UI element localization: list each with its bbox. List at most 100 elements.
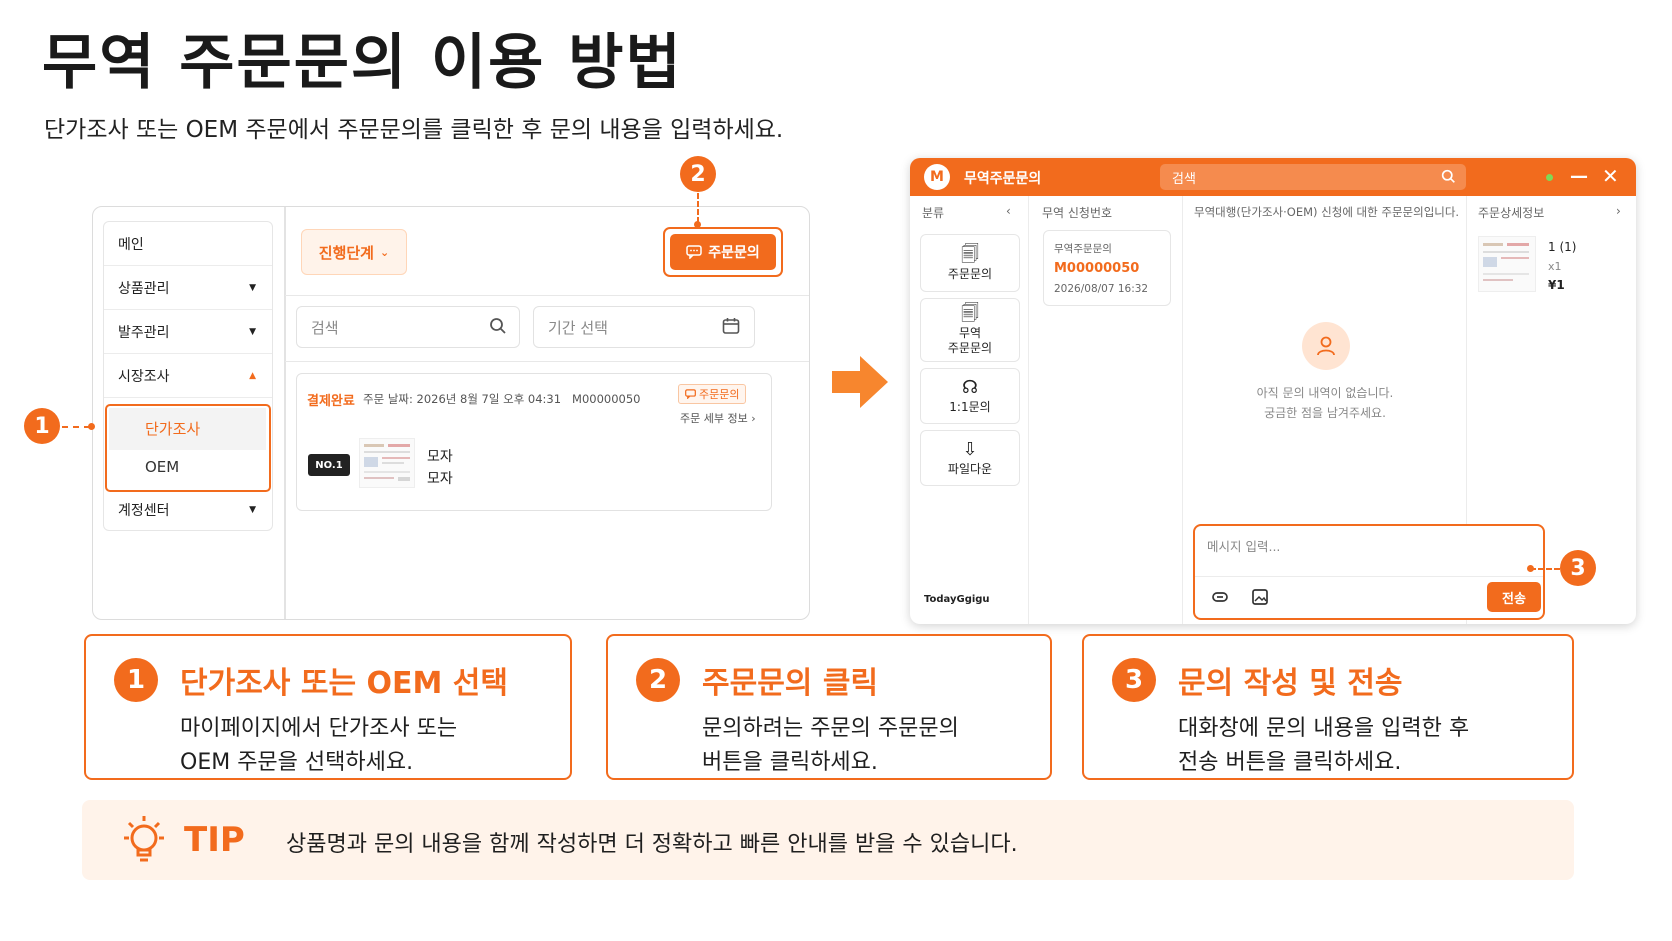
connector-line bbox=[697, 193, 699, 223]
connector-dot bbox=[88, 423, 95, 430]
app-logo: M bbox=[924, 164, 950, 190]
receipt-icon: 🗐 bbox=[961, 243, 979, 265]
product-thumbnail bbox=[359, 438, 415, 488]
menu-item-account[interactable]: 계정센터 ▼ bbox=[104, 488, 272, 532]
menu-item-label: 시장조사 bbox=[118, 368, 170, 385]
chat-search-input[interactable]: 검색 bbox=[1160, 164, 1466, 190]
rank-badge: NO.1 bbox=[308, 454, 350, 476]
search-input[interactable]: 검색 bbox=[296, 306, 520, 348]
tip-banner: TIP 상품명과 문의 내용을 함께 작성하면 더 정확하고 빠른 안내를 받을… bbox=[82, 800, 1574, 880]
order-number: M00000050 bbox=[572, 392, 641, 406]
detail-quantity: 1 (1) bbox=[1548, 240, 1577, 254]
menu-item-label: 상품관리 bbox=[118, 280, 170, 297]
step-description: 대화창에 문의 내용을 입력한 후 bbox=[1178, 716, 1470, 741]
submenu-item-oem[interactable]: OEM bbox=[145, 458, 179, 476]
order-card[interactable]: 결제완료 주문 날짜: 2026년 8월 7일 오후 04:31 M000000… bbox=[296, 373, 772, 511]
user-avatar-icon bbox=[1302, 322, 1350, 370]
request-card[interactable]: 무역주문문의 M00000050 2026/08/07 16:32 bbox=[1043, 230, 1171, 306]
order-detail-link[interactable]: 주문 세부 정보 › bbox=[680, 410, 756, 426]
category-one-on-one[interactable]: ☊ 1:1문의 bbox=[920, 368, 1020, 424]
date-range-input[interactable]: 기간 선택 bbox=[533, 306, 755, 348]
menu-item-label: 발주관리 bbox=[118, 324, 170, 341]
lightbulb-icon bbox=[124, 816, 164, 862]
panel-divider bbox=[284, 207, 286, 619]
trade-receipt-icon: 🗐 bbox=[961, 303, 979, 324]
step-description: 마이페이지에서 단가조사 또는 bbox=[180, 716, 458, 741]
step-description: OEM 주문을 선택하세요. bbox=[180, 750, 414, 775]
step-card-1: 1 단가조사 또는 OEM 선택 마이페이지에서 단가조사 또는 OEM 주문을… bbox=[84, 634, 572, 780]
step-number: 3 bbox=[1112, 658, 1156, 702]
request-type: 무역주문문의 bbox=[1054, 243, 1112, 255]
message-composer: 메시지 입력... 전송 bbox=[1193, 524, 1545, 620]
attach-icon[interactable] bbox=[1211, 588, 1229, 606]
step-card-3: 3 문의 작성 및 전송 대화창에 문의 내용을 입력한 후 전송 버튼을 클릭… bbox=[1082, 634, 1574, 780]
chat-search-placeholder: 검색 bbox=[1172, 171, 1196, 187]
tip-text: 상품명과 문의 내용을 함께 작성하면 더 정확하고 빠른 안내를 받을 수 있… bbox=[286, 832, 1018, 857]
category-order-inquiry[interactable]: 🗐 주문문의 bbox=[920, 234, 1020, 292]
caret-up-icon: ▲ bbox=[249, 370, 256, 381]
detail-multiplier: x1 bbox=[1548, 260, 1562, 273]
step-number: 1 bbox=[114, 658, 158, 702]
order-date: 주문 날짜: 2026년 8월 7일 오후 04:31 M00000050 bbox=[363, 392, 641, 406]
empty-state-line2: 궁금한 점을 남겨주세요. bbox=[1264, 406, 1386, 420]
close-icon[interactable]: ✕ bbox=[1602, 164, 1619, 188]
search-icon bbox=[490, 318, 506, 334]
chat-bubble-icon bbox=[685, 389, 696, 399]
search-placeholder: 검색 bbox=[311, 318, 339, 337]
minimize-icon[interactable]: — bbox=[1570, 166, 1588, 187]
collapse-left-icon[interactable]: ‹ bbox=[1006, 204, 1011, 218]
arrow-right-icon bbox=[832, 356, 888, 408]
menu-item-label: 메인 bbox=[118, 236, 144, 253]
message-input[interactable]: 메시지 입력... bbox=[1207, 536, 1280, 555]
order-inquiry-button[interactable]: 주문문의 bbox=[670, 234, 776, 270]
chat-bubble-icon bbox=[686, 245, 702, 259]
caret-down-icon: ▼ bbox=[249, 505, 256, 515]
column-header-conversation: 무역대행(단가조사·OEM) 신청에 대한 주문문의입니다. bbox=[1194, 205, 1460, 219]
step-badge-1: 1 bbox=[24, 408, 60, 444]
caret-down-icon: ▼ bbox=[249, 282, 256, 293]
brand-logo: TodayGgigu bbox=[924, 594, 990, 605]
window-title: 무역주문문의 bbox=[964, 171, 1042, 187]
page-subtitle: 단가조사 또는 OEM 주문에서 주문문의를 클릭한 후 문의 내용을 입력하세… bbox=[44, 117, 784, 143]
side-menu: 메인 상품관리 ▼ 발주관리 ▼ 시장조사 ▲ 단가조사 OEM 계정센터 ▼ bbox=[103, 221, 273, 531]
tip-label: TIP bbox=[184, 820, 245, 860]
step-badge-3: 3 bbox=[1560, 550, 1596, 586]
order-inquiry-tag[interactable]: 주문문의 bbox=[678, 384, 747, 404]
request-datetime: 2026/08/07 16:32 bbox=[1054, 283, 1149, 295]
column-header-request-no: 무역 신청번호 bbox=[1042, 206, 1113, 220]
page-title: 무역 주문문의 이용 방법 bbox=[42, 28, 683, 98]
column-header-category: 분류 bbox=[922, 206, 945, 220]
expand-right-icon[interactable]: › bbox=[1616, 204, 1621, 218]
order-status: 결제완료 bbox=[307, 394, 355, 409]
step-title: 문의 작성 및 전송 bbox=[1178, 666, 1403, 701]
category-file-download[interactable]: ⇩ 파일다운 bbox=[920, 430, 1020, 486]
inquiry-chat-window: M 무역주문문의 검색 — ✕ 분류 ‹ 무역 신청번호 무역대행(단가조사·O… bbox=[910, 158, 1636, 624]
stage-dropdown[interactable]: 진행단계 ⌄ bbox=[301, 229, 407, 275]
order-inquiry-label: 주문문의 bbox=[708, 245, 760, 261]
chat-message-area: 아직 문의 내역이 없습니다. 궁금한 점을 남겨주세요. bbox=[1186, 220, 1464, 482]
submenu-item-price-survey[interactable]: 단가조사 bbox=[145, 418, 200, 439]
menu-item-orders[interactable]: 발주관리 ▼ bbox=[104, 310, 272, 354]
image-icon[interactable] bbox=[1251, 588, 1269, 606]
connector-dot bbox=[694, 221, 701, 228]
category-trade-inquiry[interactable]: 🗐 무역 주문문의 bbox=[920, 298, 1020, 362]
menu-item-market-research[interactable]: 시장조사 ▲ bbox=[104, 354, 272, 398]
request-number: M00000050 bbox=[1054, 261, 1140, 276]
step-badge-2: 2 bbox=[680, 156, 716, 192]
order-detail-card: 1 (1) x1 ¥1 bbox=[1472, 230, 1618, 310]
headset-icon: ☊ bbox=[962, 376, 978, 398]
detail-price: ¥1 bbox=[1548, 278, 1565, 292]
step-description: 문의하려는 주문의 주문문의 bbox=[702, 716, 959, 741]
product-name: 모자 bbox=[427, 449, 453, 465]
menu-item-products[interactable]: 상품관리 ▼ bbox=[104, 266, 272, 310]
filter-divider bbox=[285, 361, 809, 362]
menu-item-main[interactable]: 메인 bbox=[104, 222, 272, 266]
column-header-detail: 주문상세정보 bbox=[1478, 206, 1545, 220]
stage-dropdown-label: 진행단계 bbox=[318, 243, 374, 262]
composer-divider bbox=[1195, 576, 1543, 577]
step-number: 2 bbox=[636, 658, 680, 702]
search-icon bbox=[1441, 169, 1455, 183]
send-button[interactable]: 전송 bbox=[1487, 582, 1541, 612]
empty-state-line1: 아직 문의 내역이 없습니다. bbox=[1256, 386, 1394, 400]
date-placeholder: 기간 선택 bbox=[548, 318, 608, 337]
